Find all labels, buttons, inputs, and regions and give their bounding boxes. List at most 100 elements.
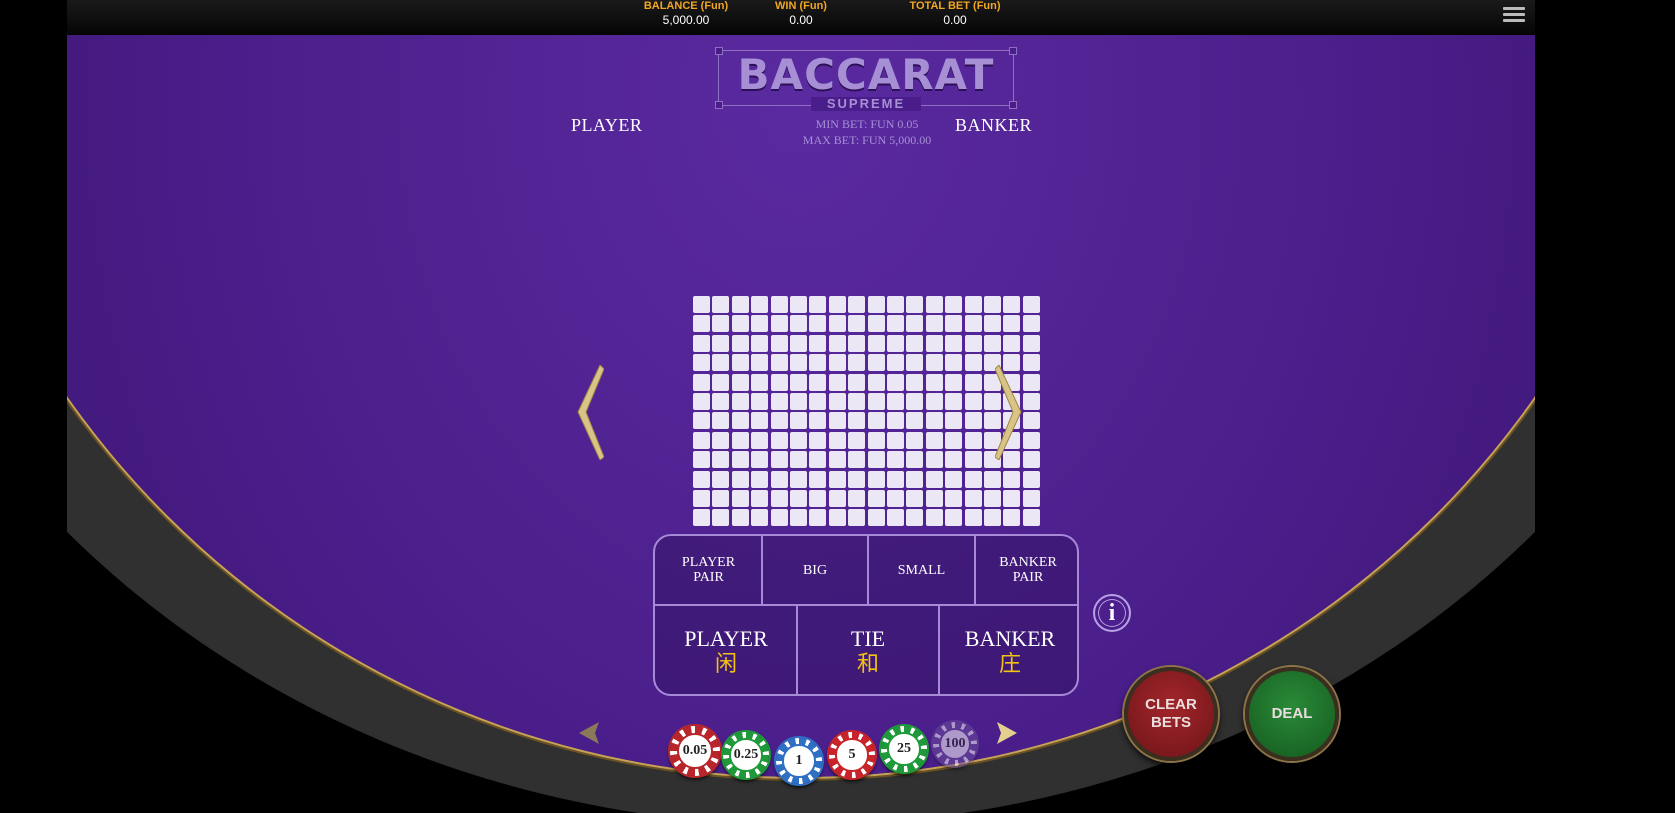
road-cell (809, 315, 827, 333)
road-cell (809, 334, 827, 352)
bet-player-pair[interactable]: PLAYER PAIR (655, 536, 762, 604)
road-cell (790, 296, 807, 313)
road-cell (945, 490, 963, 507)
road-cell (867, 296, 885, 313)
scoreboard-prev-arrow-icon[interactable] (574, 365, 604, 460)
road-cell (731, 334, 749, 352)
road-cell (906, 334, 924, 352)
road-cell (964, 393, 982, 410)
bet-big[interactable]: BIG (762, 536, 868, 604)
road-cell (712, 315, 730, 333)
road-cell (925, 334, 943, 352)
road-cell (809, 373, 827, 391)
road-cell (828, 490, 846, 507)
scoreboard-next-arrow-icon[interactable] (995, 365, 1025, 460)
chips-next-arrow-icon[interactable] (997, 722, 1017, 744)
road-cell (984, 490, 1001, 507)
road-cell (790, 334, 807, 352)
road-cell (906, 509, 924, 527)
road-cell (770, 315, 788, 333)
road-cell (828, 509, 846, 527)
bet-player[interactable]: PLAYER 闲 (655, 606, 797, 694)
road-cell (848, 490, 866, 507)
road-cell (790, 315, 807, 333)
divider (796, 604, 798, 694)
chip-100[interactable]: 100 (933, 722, 977, 766)
road-cell (848, 373, 866, 391)
road-cell (867, 373, 885, 391)
road-cell (809, 431, 827, 449)
road-cell (867, 470, 885, 488)
road-cell (712, 296, 730, 313)
game-stage: BALANCE (Fun) 5,000.00 WIN (Fun) 0.00 TO… (67, 0, 1535, 813)
road-cell (848, 393, 866, 410)
road-cell (751, 451, 769, 469)
road-cell (848, 470, 866, 488)
road-cell (693, 393, 710, 410)
road-cell (984, 509, 1001, 527)
road-cell (964, 354, 982, 372)
road-cell (945, 354, 963, 372)
road-cell (984, 470, 1001, 488)
road-cell (790, 412, 807, 430)
road-cell (770, 393, 788, 410)
info-button[interactable]: i (1093, 594, 1131, 632)
bet-tie[interactable]: TIE 和 (797, 606, 939, 694)
road-cell (1022, 296, 1040, 313)
road-cell (828, 334, 846, 352)
road-cell (925, 315, 943, 333)
deal-button[interactable]: DEAL (1245, 667, 1339, 761)
chip-1[interactable]: 1 (776, 738, 822, 784)
road-cell (712, 354, 730, 372)
road-cell (867, 490, 885, 507)
road-cell (712, 470, 730, 488)
road-cell (906, 470, 924, 488)
road-cell (731, 451, 749, 469)
road-cell (770, 451, 788, 469)
road-cell (1003, 509, 1021, 527)
bet-small[interactable]: SMALL (868, 536, 975, 604)
road-cell (848, 334, 866, 352)
chip-value-label: 0.05 (677, 733, 713, 769)
road-cell (925, 296, 943, 313)
chip-0-05[interactable]: 0.05 (670, 726, 720, 776)
road-cell (945, 412, 963, 430)
road-cell (848, 315, 866, 333)
road-cell (828, 354, 846, 372)
road-cell (1003, 470, 1021, 488)
road-cell (809, 490, 827, 507)
bet-banker[interactable]: BANKER 庄 (939, 606, 1077, 694)
hamburger-menu-icon[interactable] (1503, 4, 1525, 24)
road-cell (770, 373, 788, 391)
road-cell (828, 431, 846, 449)
chip-0-25[interactable]: 0.25 (723, 732, 769, 778)
road-cell (887, 412, 904, 430)
road-cell (925, 470, 943, 488)
road-cell (751, 315, 769, 333)
road-cell (964, 470, 982, 488)
road-cell (925, 354, 943, 372)
chip-25[interactable]: 25 (881, 726, 927, 772)
chips-prev-arrow-icon[interactable] (579, 722, 599, 744)
road-cell (731, 509, 749, 527)
road-cell (1003, 490, 1021, 507)
road-cell (790, 354, 807, 372)
road-cell (945, 296, 963, 313)
betting-layout: PLAYER PAIR BIG SMALL BANKER PAIR PLAYER… (653, 534, 1079, 696)
bet-banker-pair[interactable]: BANKER PAIR (975, 536, 1077, 604)
road-cell (751, 393, 769, 410)
road-cell (693, 373, 710, 391)
road-cell (887, 451, 904, 469)
road-cell (751, 431, 769, 449)
road-cell (731, 412, 749, 430)
road-cell (751, 296, 769, 313)
divider (761, 536, 763, 604)
road-cell (867, 509, 885, 527)
chip-value-label: 1 (782, 744, 816, 778)
road-cell (828, 412, 846, 430)
clear-bets-button[interactable]: CLEAR BETS (1124, 667, 1218, 761)
road-cell (712, 334, 730, 352)
chip-5[interactable]: 5 (829, 732, 875, 778)
road-cell (1022, 470, 1040, 488)
chip-value-label: 100 (938, 727, 972, 761)
